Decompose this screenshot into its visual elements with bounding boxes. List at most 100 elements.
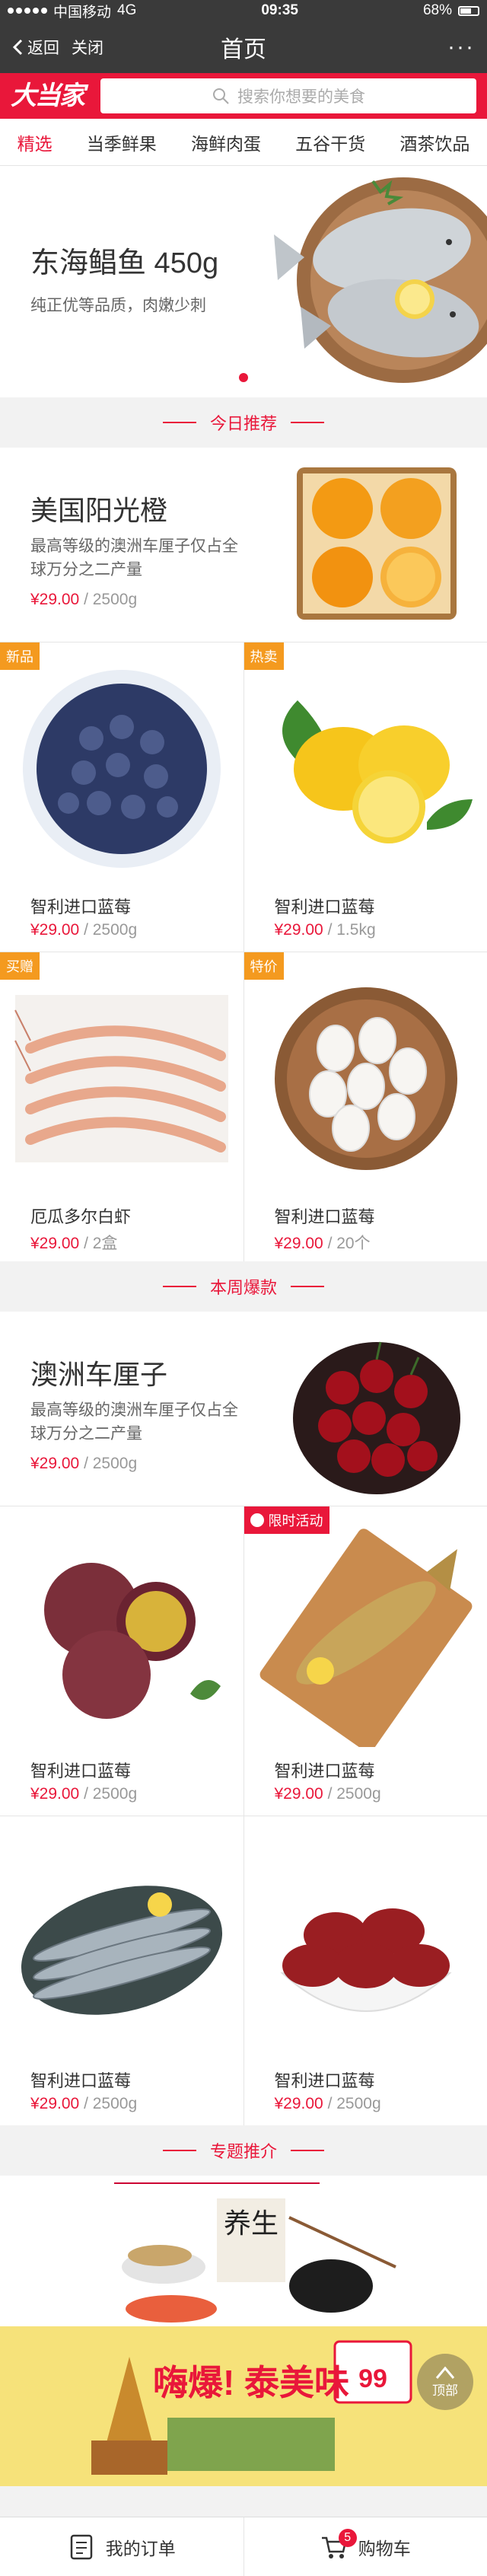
product-badge: 买赠 xyxy=(0,952,40,980)
orange-box-image xyxy=(297,467,457,620)
order-list-icon xyxy=(70,2534,92,2559)
product-card[interactable]: 买赠 厄瓜多尔白虾 ¥29.00 / 2盒 xyxy=(0,952,244,1261)
product-name: 智利进口蓝莓 xyxy=(30,2071,132,2090)
back-to-top-button[interactable]: 顶部 xyxy=(417,2354,473,2410)
hero-subtitle: 纯正优等品质，肉嫩少刺 xyxy=(30,297,206,314)
back-button[interactable]: 返回 xyxy=(12,36,59,59)
brand-logo[interactable]: 大当家 xyxy=(11,83,85,109)
lemon-image xyxy=(282,700,473,843)
price: ¥29.00 xyxy=(30,2095,80,2112)
unit: / 20个 xyxy=(327,1235,371,1252)
saury-fish-image xyxy=(21,1886,223,2015)
section-title: 今日推荐 xyxy=(209,414,277,433)
page-title: 首页 xyxy=(221,37,266,62)
red-dates-image xyxy=(279,1908,452,2012)
close-button[interactable]: 关闭 xyxy=(72,36,103,59)
product-card[interactable]: 新品 智利进口蓝莓 ¥29.00 / 2500g xyxy=(0,642,244,952)
product-card[interactable]: 智利进口蓝莓 ¥29.00 / 2500g xyxy=(0,1816,244,2125)
my-orders-button[interactable]: 我的订单 xyxy=(0,2517,244,2576)
feature-product-cherry[interactable]: 澳洲车厘子 最高等级的澳洲车厘子仅占全球万分之二产量 ¥29.00 / 2500… xyxy=(0,1312,487,1506)
section-header-weekly: 本周爆款 xyxy=(0,1261,487,1312)
price: ¥29.00 xyxy=(30,1235,80,1252)
carrier-label: 中国移动 xyxy=(53,4,112,21)
price: ¥29.00 xyxy=(274,2095,323,2112)
product-badge: 限时活动 xyxy=(244,1506,329,1534)
blueberry-image xyxy=(23,670,221,868)
back-to-top-label: 顶部 xyxy=(432,2383,458,2398)
unit: / 2500g xyxy=(84,1785,138,1803)
banner-text: 养生 xyxy=(224,2208,279,2240)
unit: / 2500g xyxy=(84,2095,138,2112)
brand-bar: 大当家 搜索你想要的美食 xyxy=(0,73,487,119)
banner-price-tag: 99 xyxy=(358,2364,387,2393)
battery-icon xyxy=(457,5,479,16)
product-grid-weekly: 智利进口蓝莓 ¥29.00 / 2500g 限时活动 智利进口蓝莓 ¥29.00… xyxy=(0,1506,487,2125)
category-tabs: 精选 当季鲜果 海鲜肉蛋 五谷干货 酒茶饮品 xyxy=(0,119,487,171)
bottom-tab-bar: 我的订单 5 购物车 xyxy=(0,2517,487,2576)
unit: / 2500g xyxy=(327,2095,381,2112)
section-title: 专题推介 xyxy=(209,2142,277,2161)
yellow-croaker-image xyxy=(259,1529,472,1747)
product-grid-today: 新品 智利进口蓝莓 ¥29.00 / 2500g 热卖 智利进口蓝莓 ¥29.0… xyxy=(0,642,487,1261)
feature-description: 最高等级的澳洲车厘子仅占全球万分之二产量 xyxy=(30,537,238,579)
topic-banner-thai[interactable]: 99 嗨爆! 泰美味 顶部 xyxy=(0,2326,487,2486)
product-card[interactable]: 热卖 智利进口蓝莓 ¥29.00 / 1.5kg xyxy=(244,642,487,952)
search-icon xyxy=(213,88,229,104)
cart-icon-wrap: 5 xyxy=(320,2528,357,2561)
back-label: 返回 xyxy=(27,40,59,57)
product-name: 智利进口蓝莓 xyxy=(274,1207,375,1226)
tab-grains-dry-goods[interactable]: 五谷干货 xyxy=(295,119,365,166)
cart-label: 购物车 xyxy=(358,2538,411,2558)
cherry-bowl-image xyxy=(293,1341,460,1494)
cart-button[interactable]: 5 购物车 xyxy=(243,2517,487,2576)
product-name: 厄瓜多尔白虾 xyxy=(30,1207,132,1226)
price: ¥29.00 xyxy=(274,921,323,939)
banner-text: 嗨爆! 泰美味 xyxy=(153,2363,349,2402)
unit: / 2盒 xyxy=(84,1235,118,1252)
more-menu-button[interactable]: ··· xyxy=(447,34,475,60)
product-name: 智利进口蓝莓 xyxy=(30,897,132,917)
topic-banner-health[interactable]: 养生 xyxy=(0,2176,487,2326)
hero-title: 东海鲳鱼 450g xyxy=(30,247,219,279)
network-label: 4G xyxy=(117,2,137,18)
price: ¥29.00 xyxy=(30,1785,80,1803)
product-card[interactable]: 限时活动 智利进口蓝莓 ¥29.00 / 2500g xyxy=(244,1506,487,1816)
carousel-dot-active[interactable] xyxy=(239,373,248,382)
passion-fruit-image xyxy=(44,1563,221,1719)
tab-seasonal-fruit[interactable]: 当季鲜果 xyxy=(87,119,157,166)
product-badge: 热卖 xyxy=(244,642,284,670)
cart-count-badge: 5 xyxy=(338,2528,357,2547)
product-card[interactable]: 智利进口蓝莓 ¥29.00 / 2500g xyxy=(244,1816,487,2125)
feature-title: 澳洲车厘子 xyxy=(30,1359,168,1390)
shrimp-image xyxy=(14,995,228,1162)
price: ¥29.00 xyxy=(30,591,80,608)
tab-featured[interactable]: 精选 xyxy=(6,119,63,171)
product-card[interactable]: 特价 智利进口蓝莓 ¥29.00 / 20个 xyxy=(244,952,487,1261)
product-badge: 特价 xyxy=(244,952,284,980)
unit: / 1.5kg xyxy=(327,921,376,939)
status-bar: 中国移动 4G 09:35 68% xyxy=(0,0,487,21)
my-orders-label: 我的订单 xyxy=(105,2538,176,2558)
hero-banner[interactable]: 东海鲳鱼 450g 纯正优等品质，肉嫩少刺 xyxy=(0,166,487,397)
product-name: 智利进口蓝莓 xyxy=(30,1761,132,1781)
product-name: 智利进口蓝莓 xyxy=(274,2071,375,2090)
battery-percent: 68% xyxy=(422,2,452,18)
section-title: 本周爆款 xyxy=(209,1278,277,1297)
badge-label: 限时活动 xyxy=(268,1513,323,1529)
price: ¥29.00 xyxy=(274,1235,323,1252)
feature-title: 美国阳光橙 xyxy=(30,495,168,526)
product-name: 智利进口蓝莓 xyxy=(274,1761,375,1781)
unit: / 2500g xyxy=(84,591,138,608)
clock-icon xyxy=(250,1513,264,1527)
search-input[interactable]: 搜索你想要的美食 xyxy=(100,78,476,113)
product-card[interactable]: 智利进口蓝莓 ¥29.00 / 2500g xyxy=(0,1506,244,1816)
pomfret-fish-image xyxy=(274,177,487,383)
feature-product-orange[interactable]: 美国阳光橙 最高等级的澳洲车厘子仅占全球万分之二产量 ¥29.00 / 2500… xyxy=(0,448,487,642)
unit: / 2500g xyxy=(84,1455,138,1472)
tab-seafood-meat-eggs[interactable]: 海鲜肉蛋 xyxy=(191,119,261,166)
signal-icon xyxy=(8,8,47,14)
tab-drinks[interactable]: 酒茶饮品 xyxy=(399,119,469,166)
search-placeholder: 搜索你想要的美食 xyxy=(237,88,365,106)
section-header-topic: 专题推介 xyxy=(0,2125,487,2176)
health-food-banner-image: 养生 xyxy=(114,2182,396,2323)
